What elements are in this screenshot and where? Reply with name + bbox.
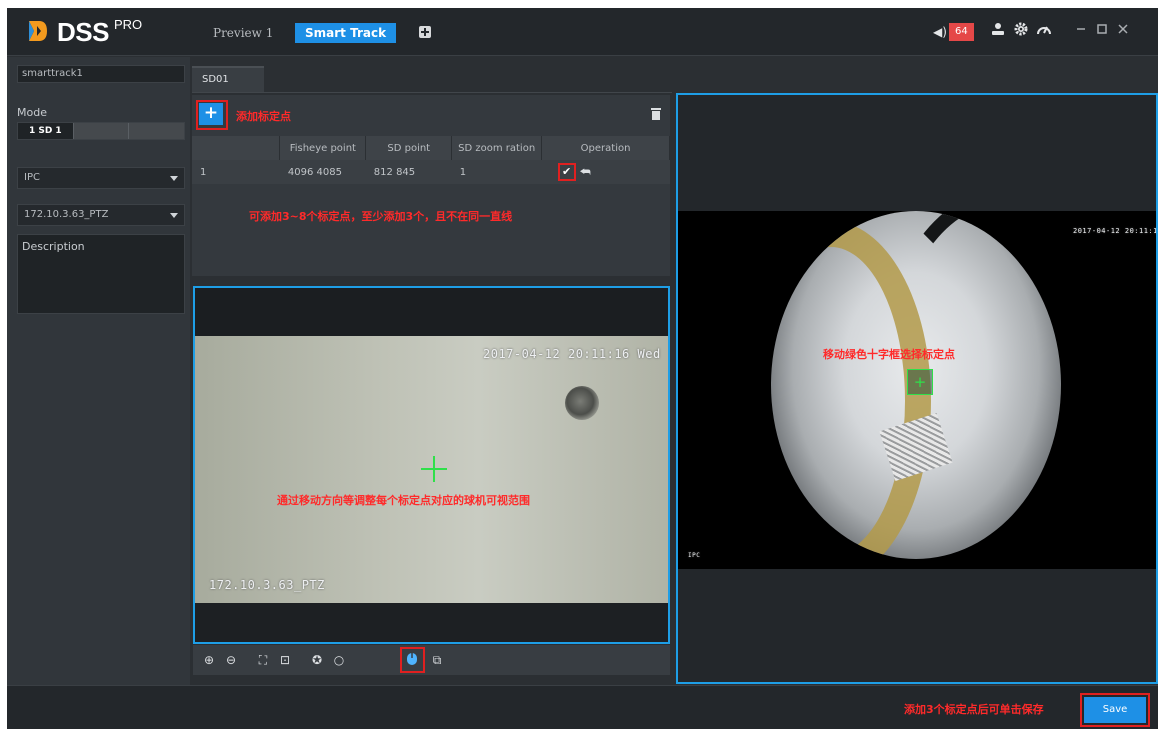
cell-operation: ✔ ⮪ bbox=[541, 160, 670, 184]
camera-value: 172.10.3.63_PTZ bbox=[24, 209, 109, 220]
focus-near-icon[interactable]: ⛶ bbox=[255, 652, 271, 668]
chevron-down-icon bbox=[170, 213, 178, 218]
cell-zoom: 1 bbox=[451, 160, 542, 184]
tab-divider bbox=[192, 92, 672, 93]
ptz-control-bar: ⊕ ⊖ ⛶ ⊡ ✪ ○ ⧉ bbox=[193, 645, 670, 675]
fisheye-crosshair-box[interactable]: + bbox=[907, 369, 933, 395]
calibration-table: Fisheye point SD point SD zoom ration Op… bbox=[192, 136, 670, 184]
confirm-check-icon[interactable]: ✔ bbox=[557, 163, 576, 181]
device-type-value: IPC bbox=[24, 172, 40, 183]
mode-option-3[interactable] bbox=[129, 123, 185, 139]
cell-index: 1 bbox=[192, 160, 280, 184]
gauge-icon[interactable] bbox=[1034, 22, 1054, 42]
alarm-count-badge: 64 bbox=[949, 23, 974, 41]
table-row[interactable]: 1 4096 4085 812 845 1 ✔ ⮪ bbox=[192, 160, 670, 184]
save-note: 添加3个标定点后可单击保存 bbox=[904, 703, 1044, 716]
sd-crosshair-icon[interactable] bbox=[421, 456, 447, 482]
undo-arrow-icon[interactable]: ⮪ bbox=[580, 165, 591, 180]
mode-label: Mode bbox=[17, 106, 47, 119]
fisheye-select-note: 移动绿色十字框选择标定点 bbox=[823, 348, 955, 361]
zoom-in-icon[interactable]: ⊕ bbox=[201, 652, 217, 668]
sd-video-top-bar bbox=[195, 288, 668, 336]
mode-option-2[interactable] bbox=[73, 123, 130, 139]
iris-close-icon[interactable]: ○ bbox=[331, 652, 347, 668]
sd-video-frame: 2017-04-12 20:11:16 Wed 通过移动方向等调整每个标定点对应… bbox=[195, 336, 668, 603]
description-placeholder: Description bbox=[22, 240, 85, 253]
mode-selector[interactable]: 1 SD 1 bbox=[17, 122, 185, 140]
add-point-note: 添加标定点 bbox=[236, 110, 291, 123]
tab-smart-track[interactable]: Smart Track bbox=[295, 23, 397, 43]
fisheye-timestamp: 2017-04-12 20:11:15 bbox=[1073, 227, 1158, 235]
speaker-icon: ◀) bbox=[933, 25, 947, 39]
fisheye-video-view[interactable]: 2017-04-12 20:11:15 移动绿色十字框选择标定点 + IPC bbox=[676, 93, 1158, 684]
sd-adjust-note: 通过移动方向等调整每个标定点对应的球机可视范围 bbox=[277, 494, 530, 507]
user-icon[interactable] bbox=[988, 22, 1008, 42]
description-field[interactable]: Description bbox=[17, 234, 185, 314]
table-header-row: Fisheye point SD point SD zoom ration Op… bbox=[192, 136, 670, 160]
config-sidebar: smarttrack1 Mode 1 SD 1 IPC 172.10.3.63_… bbox=[7, 57, 190, 685]
save-button[interactable]: Save bbox=[1084, 697, 1146, 723]
close-icon[interactable] bbox=[1113, 22, 1133, 42]
points-rule-note: 可添加3~8个标定点，至少添加3个，且不在同一直线 bbox=[249, 210, 513, 223]
col-header-fisheye: Fisheye point bbox=[279, 136, 367, 160]
ceiling-fixture bbox=[565, 386, 599, 420]
iris-open-icon[interactable]: ✪ bbox=[309, 652, 325, 668]
sd-video-view[interactable]: 2017-04-12 20:11:16 Wed 通过移动方向等调整每个标定点对应… bbox=[193, 286, 670, 644]
device-type-select[interactable]: IPC bbox=[17, 167, 185, 189]
col-header-sd: SD point bbox=[365, 136, 453, 160]
add-point-highlight bbox=[196, 100, 228, 130]
fisheye-channel-label: IPC bbox=[688, 552, 701, 559]
mode-option-1sd1[interactable]: 1 SD 1 bbox=[18, 123, 74, 139]
logo: DSS PRO bbox=[25, 18, 142, 46]
points-toolbar: + 添加标定点 bbox=[192, 95, 670, 135]
logo-icon bbox=[25, 18, 51, 44]
camera-select[interactable]: 172.10.3.63_PTZ bbox=[17, 204, 185, 226]
tab-sd01[interactable]: SD01 bbox=[192, 66, 264, 92]
app-suffix: PRO bbox=[113, 17, 143, 32]
sd-timestamp: 2017-04-12 20:11:16 Wed bbox=[483, 347, 661, 361]
zoom-out-icon[interactable]: ⊖ bbox=[223, 652, 239, 668]
calibration-points-panel: + 添加标定点 Fisheye point SD point SD zoom r… bbox=[192, 95, 670, 276]
minimize-icon[interactable] bbox=[1071, 22, 1091, 42]
maximize-icon[interactable] bbox=[1092, 22, 1112, 42]
tab-preview-1[interactable]: Preview 1 bbox=[203, 23, 283, 43]
col-header-zoom: SD zoom ration bbox=[451, 136, 543, 160]
cell-fisheye: 4096 4085 bbox=[279, 160, 366, 184]
select-area-icon[interactable]: ⧉ bbox=[429, 652, 445, 668]
sd-channel-label: 172.10.3.63_PTZ bbox=[209, 578, 325, 592]
col-header-index bbox=[192, 136, 281, 160]
cell-sd: 812 845 bbox=[365, 160, 452, 184]
add-tab-icon[interactable] bbox=[419, 26, 431, 38]
app-window: DSS PRO Preview 1 Smart Track ◀) 64 smar… bbox=[7, 8, 1158, 729]
col-header-operation: Operation bbox=[541, 136, 670, 160]
trash-icon[interactable] bbox=[651, 108, 661, 120]
chevron-down-icon bbox=[170, 176, 178, 181]
alarm-indicator[interactable]: ◀) 64 bbox=[931, 23, 974, 41]
app-name: DSS bbox=[57, 17, 109, 47]
focus-far-icon[interactable]: ⊡ bbox=[277, 652, 293, 668]
title-bar: DSS PRO Preview 1 Smart Track ◀) 64 bbox=[7, 8, 1158, 56]
mouse-control-highlight bbox=[400, 647, 425, 673]
sd-video-bottom-bar bbox=[195, 603, 668, 642]
track-name-input[interactable]: smarttrack1 bbox=[17, 65, 185, 83]
gear-icon[interactable] bbox=[1011, 22, 1031, 42]
fisheye-frame: 2017-04-12 20:11:15 移动绿色十字框选择标定点 + IPC bbox=[678, 211, 1156, 569]
